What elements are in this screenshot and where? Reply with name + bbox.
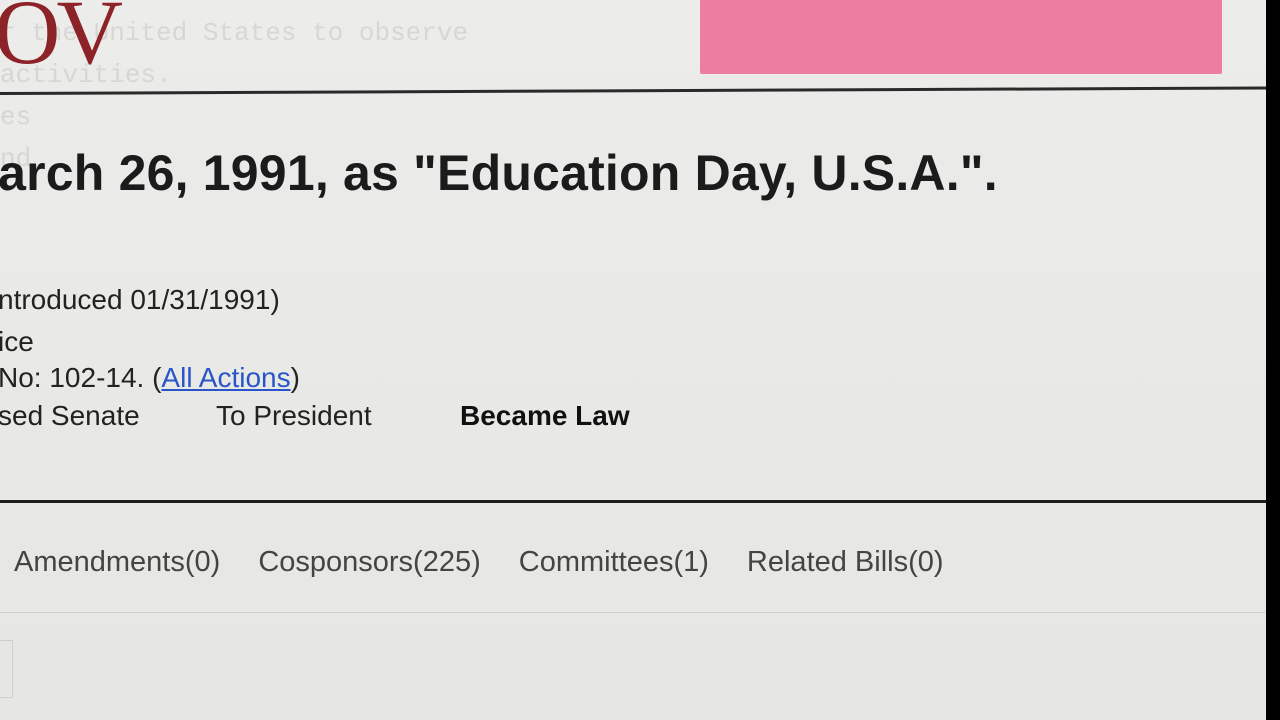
tab-amendments[interactable]: Amendments(0) [14,546,220,579]
bill-tabs: Amendments(0) Cosponsors(225) Committees… [14,546,944,579]
public-law-line: No: 102-14. (All Actions) [0,362,300,394]
paren-close: ) [290,362,300,393]
tracker-step-became-law: Became Law [460,400,630,431]
site-logo[interactable]: OV [0,0,123,78]
introduced-date: ntroduced 01/31/1991) [0,284,280,315]
tab-related-bills[interactable]: Related Bills(0) [747,546,944,579]
tabs-divider [0,612,1266,613]
all-actions-link[interactable]: All Actions [161,362,290,393]
photographed-screen: r the United States to observe activitie… [0,0,1266,720]
screen-bezel [1266,0,1280,720]
pink-sticky-note [700,0,1222,74]
tracker-divider [0,500,1266,503]
public-law-number: No: 102-14. ( [0,362,162,393]
tab-committees[interactable]: Committees(1) [519,546,709,579]
content-box-edge [0,640,13,698]
tab-cosponsors[interactable]: Cosponsors(225) [258,546,480,579]
bill-title: larch 26, 1991, as "Education Day, U.S.A… [0,145,998,201]
tracker-step-to-president: To President [216,400,372,431]
tracker-step-passed-senate: sed Senate [0,400,140,431]
committee-line: ice [0,326,34,357]
